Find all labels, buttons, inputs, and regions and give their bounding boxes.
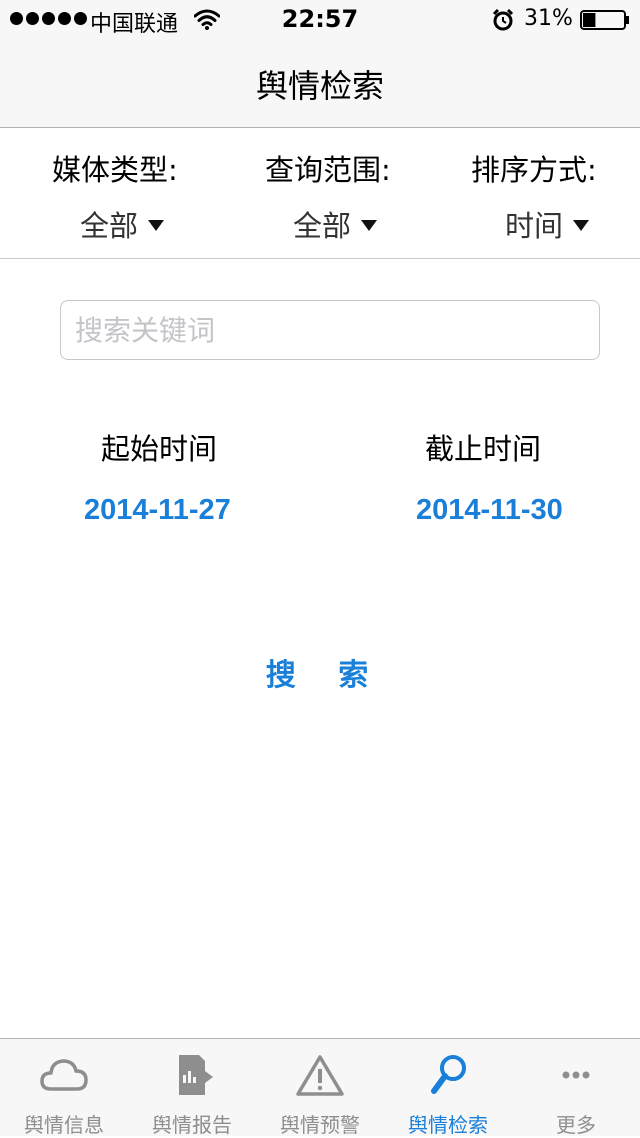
report-icon (179, 1055, 213, 1095)
start-date-picker[interactable]: 2014-11-27 (84, 494, 231, 527)
tab-public-opinion-report[interactable]: 舆情报告 (128, 1039, 256, 1137)
more-icon (562, 1071, 590, 1079)
caret-down-icon (361, 219, 378, 231)
tab-label: 舆情检索 (408, 1113, 488, 1137)
sort-label: 排序方式: (471, 153, 597, 187)
navigation-bar: 舆情检索 (0, 40, 640, 128)
battery-percent: 31% (524, 6, 573, 31)
tab-public-opinion-search[interactable]: 舆情检索 (384, 1039, 512, 1137)
caret-down-icon (148, 219, 165, 231)
sort-value: 时间 (505, 209, 564, 243)
status-bar: 中国联通 22:57 31% (0, 0, 640, 40)
scope-dropdown[interactable]: 全部 (293, 203, 378, 245)
end-date-picker[interactable]: 2014-11-30 (416, 494, 563, 527)
cloud-icon (40, 1059, 88, 1091)
battery-icon (580, 10, 629, 30)
keyword-search-input[interactable] (60, 300, 600, 360)
caret-down-icon (573, 219, 590, 231)
sort-dropdown[interactable]: 时间 (505, 203, 590, 245)
end-time-label: 截止时间 (425, 432, 542, 466)
alarm-icon (492, 9, 514, 31)
scope-value: 全部 (293, 209, 352, 243)
media-type-value: 全部 (80, 209, 139, 243)
tab-label: 更多 (556, 1113, 596, 1137)
search-button[interactable]: 搜 索 (220, 648, 420, 696)
start-time-label: 起始时间 (101, 432, 218, 466)
scope-label: 查询范围: (265, 153, 391, 187)
tab-label: 舆情预警 (280, 1113, 360, 1137)
tab-bar: 舆情信息 舆情报告 舆情预警 舆情检索 更多 (0, 1038, 640, 1137)
tab-label: 舆情信息 (24, 1113, 104, 1137)
media-type-dropdown[interactable]: 全部 (80, 203, 165, 245)
media-type-label: 媒体类型: (52, 153, 178, 187)
tab-public-opinion-warning[interactable]: 舆情预警 (256, 1039, 384, 1137)
page-title: 舆情检索 (255, 66, 384, 105)
tab-more[interactable]: 更多 (512, 1039, 640, 1137)
filter-panel: 媒体类型: 查询范围: 排序方式: 全部 全部 时间 (0, 129, 640, 259)
tab-label: 舆情报告 (152, 1113, 232, 1137)
tab-public-opinion-info[interactable]: 舆情信息 (0, 1039, 128, 1137)
warning-icon (296, 1055, 344, 1096)
search-icon (431, 1055, 466, 1094)
